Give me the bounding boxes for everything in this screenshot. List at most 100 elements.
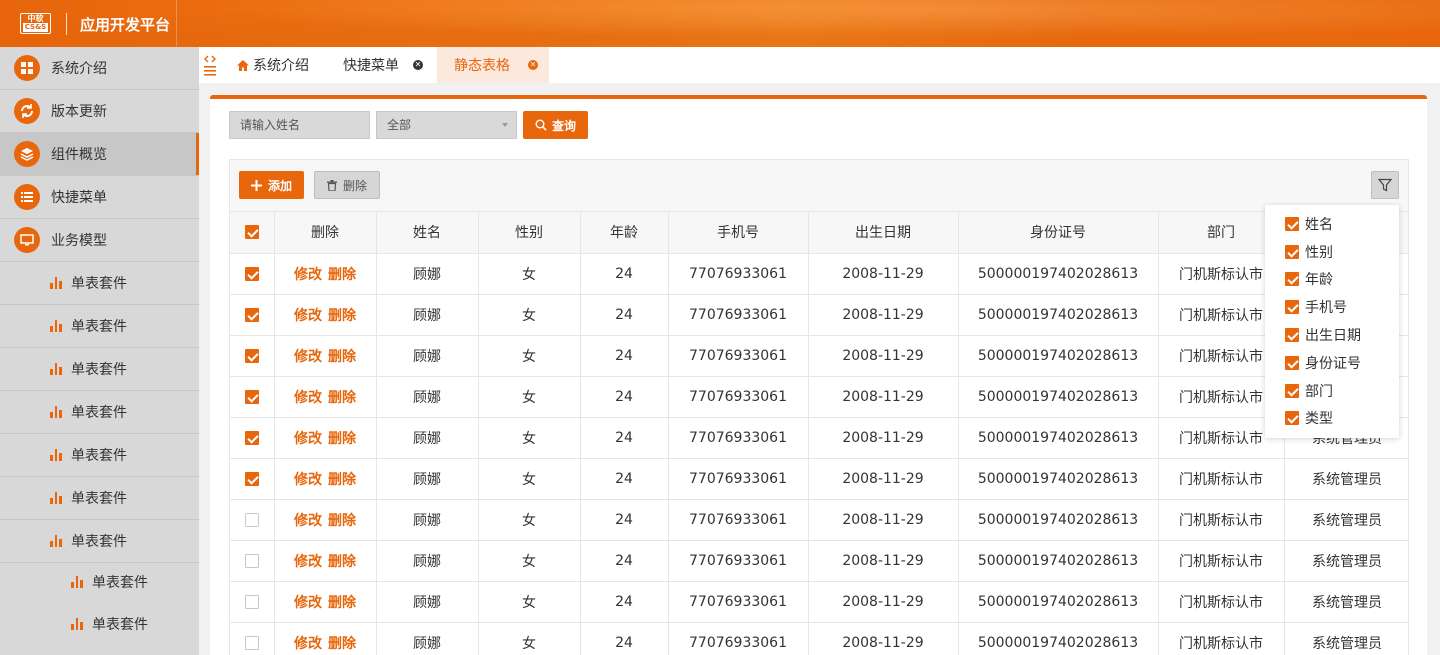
cell-type: 系统管理员 — [1284, 499, 1408, 541]
column-filter-checkbox[interactable] — [1285, 244, 1299, 259]
edit-link[interactable]: 修改 — [294, 308, 322, 324]
table-row: 修改 删除 顾娜女 24 77076933061 2008-11-29 5000001974… — [230, 376, 1408, 418]
delete-link[interactable]: 删除 — [328, 513, 356, 529]
column-header[interactable]: 身份证号 — [958, 212, 1159, 254]
edit-link[interactable]: 修改 — [294, 513, 322, 529]
sidebar-item-shortcuts[interactable]: 快捷菜单 — [0, 176, 199, 219]
query-button[interactable]: 查询 — [523, 111, 588, 139]
edit-link[interactable]: 修改 — [294, 390, 322, 406]
column-header[interactable]: 出生日期 — [808, 212, 959, 254]
delete-link[interactable]: 删除 — [328, 595, 356, 611]
sidebar-subsubitem[interactable]: 单表套件 — [0, 601, 199, 647]
sidebar-subitem[interactable]: 单表套件 — [0, 477, 199, 520]
row-checkbox[interactable] — [244, 512, 259, 527]
close-icon[interactable]: ✕ — [413, 60, 423, 70]
sidebar: 系统介绍 版本更新 组件概览 快捷菜单 业务模型 单表套件 单表套件 单表套件 … — [0, 47, 199, 655]
cell-name: 顾娜 — [376, 540, 479, 582]
delete-button[interactable]: 删除 — [314, 171, 380, 199]
edit-link[interactable]: 修改 — [294, 636, 322, 652]
column-header[interactable]: 姓名 — [376, 212, 479, 254]
tab-label: 静态表格 — [454, 58, 510, 74]
delete-link[interactable]: 删除 — [328, 554, 356, 570]
delete-link[interactable]: 删除 — [328, 390, 356, 406]
sidebar-item-business-model[interactable]: 业务模型 — [0, 219, 199, 262]
sidebar-subitem[interactable]: 单表套件 — [0, 262, 199, 305]
delete-link[interactable]: 删除 — [328, 308, 356, 324]
row-actions: 修改 删除 — [274, 294, 377, 336]
edit-link[interactable]: 修改 — [294, 267, 322, 283]
cell-phone: 77076933061 — [668, 294, 809, 336]
edit-link[interactable]: 修改 — [294, 349, 322, 365]
tab-static-table[interactable]: 静态表格 ✕ — [437, 47, 549, 83]
cell-id: 500000197402028613 — [958, 581, 1159, 623]
tab-system-intro[interactable]: 系统介绍 — [237, 47, 325, 83]
cell-gender: 女 — [478, 376, 581, 418]
sidebar-item-updates[interactable]: 版本更新 — [0, 90, 199, 133]
column-filter-option[interactable]: 类型 — [1265, 405, 1399, 433]
sidebar-subitem[interactable]: 单表套件 — [0, 434, 199, 477]
sidebar-toggle[interactable] — [199, 47, 221, 83]
edit-link[interactable]: 修改 — [294, 431, 322, 447]
column-header[interactable]: 性别 — [478, 212, 581, 254]
row-actions: 修改 删除 — [274, 540, 377, 582]
sidebar-subitem[interactable]: 单表套件 — [0, 305, 199, 348]
row-checkbox[interactable] — [244, 471, 259, 486]
cell-age: 24 — [580, 540, 669, 582]
bar-chart-icon — [50, 320, 63, 332]
row-checkbox[interactable] — [244, 266, 259, 281]
row-checkbox[interactable] — [244, 594, 259, 609]
table-row: 修改 删除 顾娜女 24 77076933061 2008-11-29 5000001974… — [230, 499, 1408, 541]
cell-age: 24 — [580, 376, 669, 418]
cell-id: 500000197402028613 — [958, 335, 1159, 377]
column-filter-label: 部门 — [1305, 383, 1333, 400]
column-filter-checkbox[interactable] — [1285, 355, 1299, 370]
column-filter-checkbox[interactable] — [1285, 383, 1299, 398]
sidebar-item-intro[interactable]: 系统介绍 — [0, 47, 199, 90]
select-all-checkbox[interactable] — [244, 225, 259, 240]
column-filter-option[interactable]: 年龄 — [1265, 266, 1399, 294]
column-filter-option[interactable]: 出生日期 — [1265, 321, 1399, 349]
row-checkbox[interactable] — [244, 635, 259, 650]
sidebar-subitem[interactable]: 单表套件 — [0, 520, 199, 563]
column-filter-option[interactable]: 身份证号 — [1265, 349, 1399, 377]
delete-link[interactable]: 删除 — [328, 472, 356, 488]
tab-shortcut-menu[interactable]: 快捷菜单 ✕ — [343, 47, 423, 83]
cell-dept: 门机斯标认市 — [1158, 540, 1285, 582]
column-filter-option[interactable]: 姓名 — [1265, 210, 1399, 238]
delete-link[interactable]: 删除 — [328, 431, 356, 447]
edit-link[interactable]: 修改 — [294, 595, 322, 611]
column-header[interactable]: 年龄 — [580, 212, 669, 254]
delete-link[interactable]: 删除 — [328, 267, 356, 283]
row-checkbox[interactable] — [244, 430, 259, 445]
close-icon[interactable]: ✕ — [528, 60, 538, 70]
add-button[interactable]: 添加 — [239, 171, 304, 199]
column-filter-checkbox[interactable] — [1285, 328, 1299, 343]
column-filter-option[interactable]: 部门 — [1265, 377, 1399, 405]
name-search-input[interactable] — [229, 111, 370, 139]
edit-link[interactable]: 修改 — [294, 472, 322, 488]
row-select-cell — [230, 335, 275, 377]
sidebar-subsubitem[interactable]: 单表套件 — [0, 563, 199, 601]
row-checkbox[interactable] — [244, 307, 259, 322]
column-header[interactable]: 手机号 — [668, 212, 809, 254]
row-checkbox[interactable] — [244, 553, 259, 568]
column-filter-checkbox[interactable] — [1285, 272, 1299, 287]
delete-link[interactable]: 删除 — [328, 636, 356, 652]
column-filter-checkbox[interactable] — [1285, 411, 1299, 426]
delete-link[interactable]: 删除 — [328, 349, 356, 365]
row-checkbox[interactable] — [244, 348, 259, 363]
sidebar-subitem[interactable]: 单表套件 — [0, 348, 199, 391]
row-checkbox[interactable] — [244, 389, 259, 404]
category-select[interactable]: 全部 — [376, 111, 517, 139]
column-filter-checkbox[interactable] — [1285, 300, 1299, 315]
column-filter-option[interactable]: 性别 — [1265, 238, 1399, 266]
column-filter-checkbox[interactable] — [1285, 216, 1299, 231]
column-filter-option[interactable]: 手机号 — [1265, 293, 1399, 321]
sidebar-subitem-label: 单表套件 — [71, 276, 127, 292]
bar-chart-icon — [50, 363, 63, 375]
column-filter-button[interactable] — [1371, 171, 1399, 199]
sidebar-item-components[interactable]: 组件概览 — [0, 133, 199, 176]
bar-chart-icon — [50, 277, 63, 289]
edit-link[interactable]: 修改 — [294, 554, 322, 570]
sidebar-subitem[interactable]: 单表套件 — [0, 391, 199, 434]
